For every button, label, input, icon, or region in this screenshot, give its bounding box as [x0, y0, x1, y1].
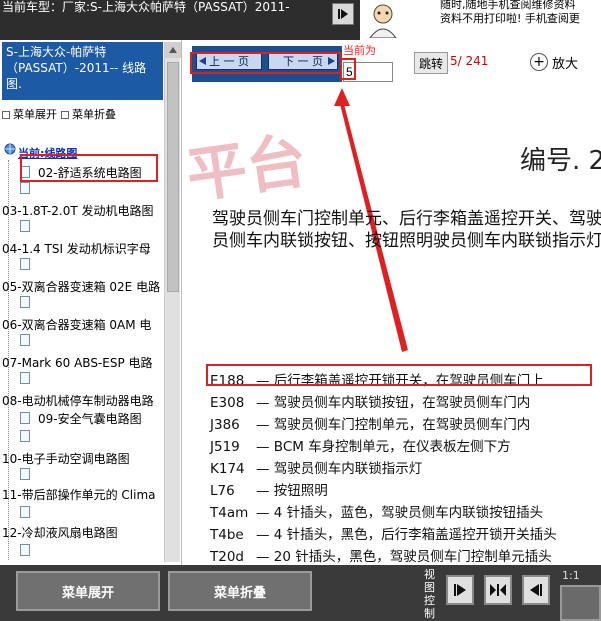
document-icon: [20, 544, 30, 556]
view-fit-button[interactable]: [484, 575, 512, 605]
fit-width-icon: [490, 584, 506, 596]
menu-expand-link[interactable]: 菜单展开: [2, 106, 57, 122]
top-header: 当前车型：厂家:S-上海大众帕萨特（PASSAT）2011- 随时,随地手机查阅…: [0, 0, 601, 40]
highlight-box-page-input: [340, 58, 356, 80]
document-icon: [20, 506, 30, 518]
collapse-box-icon: [61, 111, 69, 119]
document-icon: [20, 220, 30, 232]
tree-item-airbag[interactable]: 09-安全气囊电路图: [38, 410, 142, 427]
legend-row: E308 — 驾驶员侧车内联锁按钮，在驾驶员侧车门内: [210, 392, 601, 414]
legend-row: L76 — 按钮照明: [210, 480, 601, 502]
document-icon: [20, 334, 30, 346]
sidebar: S-上海大众-帕萨特（PASSAT）-2011-- 线路图. 菜单展开 菜单折叠…: [0, 40, 182, 565]
current-page-caption: 当前为: [343, 44, 376, 57]
legend-row: T4am — 4 针插头，蓝色，驾驶员侧车内联锁按钮插头: [210, 502, 601, 524]
menu-collapse-button[interactable]: 菜单折叠: [168, 571, 312, 611]
tree-item-dsg-02e[interactable]: 05-双离合器变速箱 02E 电路: [2, 278, 160, 295]
page-count: 5/ 241: [450, 54, 489, 68]
legend-code: K174: [210, 461, 245, 477]
toggle-panel-button[interactable]: [332, 3, 354, 25]
diagram-viewer: 上 一 页 下 一 页 当前为 跳转 5/ 241 + 放大 平台 编号. 2 …: [186, 40, 601, 565]
corner-action-button[interactable]: [560, 585, 601, 621]
document-icon: [20, 468, 30, 480]
legend-desc: — 4 针插头，黑色，后行李箱盖遥控开锁开关插头: [256, 527, 557, 543]
scroll-up-button[interactable]: [165, 42, 181, 58]
legend-code: T4am: [210, 505, 249, 521]
legend-code: J386: [210, 417, 240, 433]
diagram-number: 编号. 2: [520, 146, 601, 176]
highlight-box-current-item: [20, 154, 158, 182]
bottom-toolbar: 菜单展开 菜单折叠 视图控制 1:1: [0, 565, 601, 621]
highlight-box-e188: [206, 364, 592, 386]
model-selector-label[interactable]: S-上海大众-帕萨特（PASSAT）-2011-- 线路图.: [2, 42, 163, 100]
zoom-in-label: 放大: [552, 56, 579, 72]
document-icon: [20, 430, 30, 442]
legend-row: T4be — 4 针插头，黑色，后行李箱盖遥控开锁开关插头: [210, 524, 601, 546]
highlight-box-pager: [190, 52, 342, 74]
legend-desc: — BCM 车身控制单元，在仪表板左侧下方: [256, 439, 511, 455]
tree-menu-controls: 菜单展开 菜单折叠: [2, 106, 180, 122]
zoom-level: 1:1: [562, 569, 580, 582]
jump-button[interactable]: 跳转: [414, 52, 448, 74]
menu-expand-text: 菜单展开: [13, 108, 57, 121]
skip-left-icon: [530, 584, 542, 596]
legend-code: E308: [210, 395, 245, 411]
view-control-label: 视图控制: [424, 568, 435, 620]
document-icon: [20, 296, 30, 308]
tree-item-engine-14tsi[interactable]: 04-1.4 TSI 发动机标识字母: [2, 240, 151, 257]
sidebar-scrollbar[interactable]: [164, 42, 181, 562]
ad-banner[interactable]: 随时,随地手机查阅维修资料 资料不用打印啦! 手机查阅更: [360, 0, 601, 40]
tree-item-abs-esp[interactable]: 07-Mark 60 ABS-ESP 电路: [2, 354, 153, 371]
legend-desc: — 驾驶员侧车门控制单元，在驾驶员侧车门内: [256, 417, 531, 433]
legend-code: J519: [210, 439, 240, 455]
legend-row: J386 — 驾驶员侧车门控制单元，在驾驶员侧车门内: [210, 414, 601, 436]
legend-row: J519 — BCM 车身控制单元，在仪表板左侧下方: [210, 436, 601, 458]
expand-box-icon: [2, 111, 10, 119]
legend-row: T20d — 20 针插头，黑色，驾驶员侧车门控制单元插头: [210, 546, 601, 565]
skip-right-icon: [454, 584, 466, 596]
current-car-model-title: 当前车型：厂家:S-上海大众帕萨特（PASSAT）2011-: [2, 0, 290, 14]
tree-item-engine-18t[interactable]: 03-1.8T-2.0T 发动机电路图: [2, 202, 153, 219]
document-icon: [20, 372, 30, 384]
plus-icon: +: [530, 53, 548, 71]
watermark-text: 平台: [186, 125, 312, 212]
ad-text-line2: 资料不用打印啦! 手机查阅更: [440, 12, 580, 25]
tree-list: 02-舒适系统电路图 03-1.8T-2.0T 发动机电路图 04-1.4 TS…: [0, 140, 164, 560]
tree-item-coolant-fan[interactable]: 12-冷却液风扇电路图: [2, 524, 118, 541]
scroll-thumb[interactable]: [167, 62, 179, 292]
zoom-in-button[interactable]: + 放大: [530, 50, 594, 74]
legend-code: T4be: [210, 527, 244, 543]
tree-item-manual-ac[interactable]: 10-电子手动空调电路图: [2, 450, 130, 467]
legend-desc: — 驾驶员侧车内联锁指示灯: [256, 461, 423, 477]
tree-item-dsg-0am[interactable]: 06-双离合器变速箱 0AM 电: [2, 316, 151, 333]
view-previous-button[interactable]: [522, 575, 550, 605]
document-icon: [20, 258, 30, 270]
legend-row: K174 — 驾驶员侧车内联锁指示灯: [210, 458, 601, 480]
chevron-up-icon: [169, 47, 177, 53]
diagram-title: 驾驶员侧车门控制单元、后行李箱盖遥控开关、驾驶员侧车内联锁按钮、按钮照明驶员侧车…: [212, 209, 601, 251]
legend-desc: — 4 针插头，蓝色，驾驶员侧车内联锁按钮插头: [256, 505, 544, 521]
document-icon: [20, 182, 30, 194]
component-legend: E188— 后行李箱盖遥控开锁开关，在驾驶员侧车门上 E308— 驾驶员侧车内联…: [210, 370, 601, 565]
tree-item-climatronic[interactable]: 11-带后部操作单元的 Clima: [2, 486, 156, 503]
view-next-button[interactable]: [446, 575, 474, 605]
play-right-icon: [338, 9, 348, 19]
legend-code: L76: [210, 483, 235, 499]
menu-collapse-link[interactable]: 菜单折叠: [61, 106, 116, 122]
menu-expand-button[interactable]: 菜单展开: [16, 571, 160, 611]
tree-item-epb[interactable]: 08-电动机械停车制动器电路: [2, 392, 154, 409]
document-icon: [20, 412, 30, 424]
legend-desc: — 20 针插头，黑色，驾驶员侧车门控制单元插头: [256, 549, 552, 565]
legend-desc: — 按钮照明: [256, 483, 328, 499]
legend-code: T20d: [210, 549, 244, 565]
mascot-icon: [369, 4, 397, 38]
legend-desc: — 驾驶员侧车内联锁按钮，在驾驶员侧车门内: [256, 395, 531, 411]
menu-collapse-text: 菜单折叠: [72, 108, 116, 121]
